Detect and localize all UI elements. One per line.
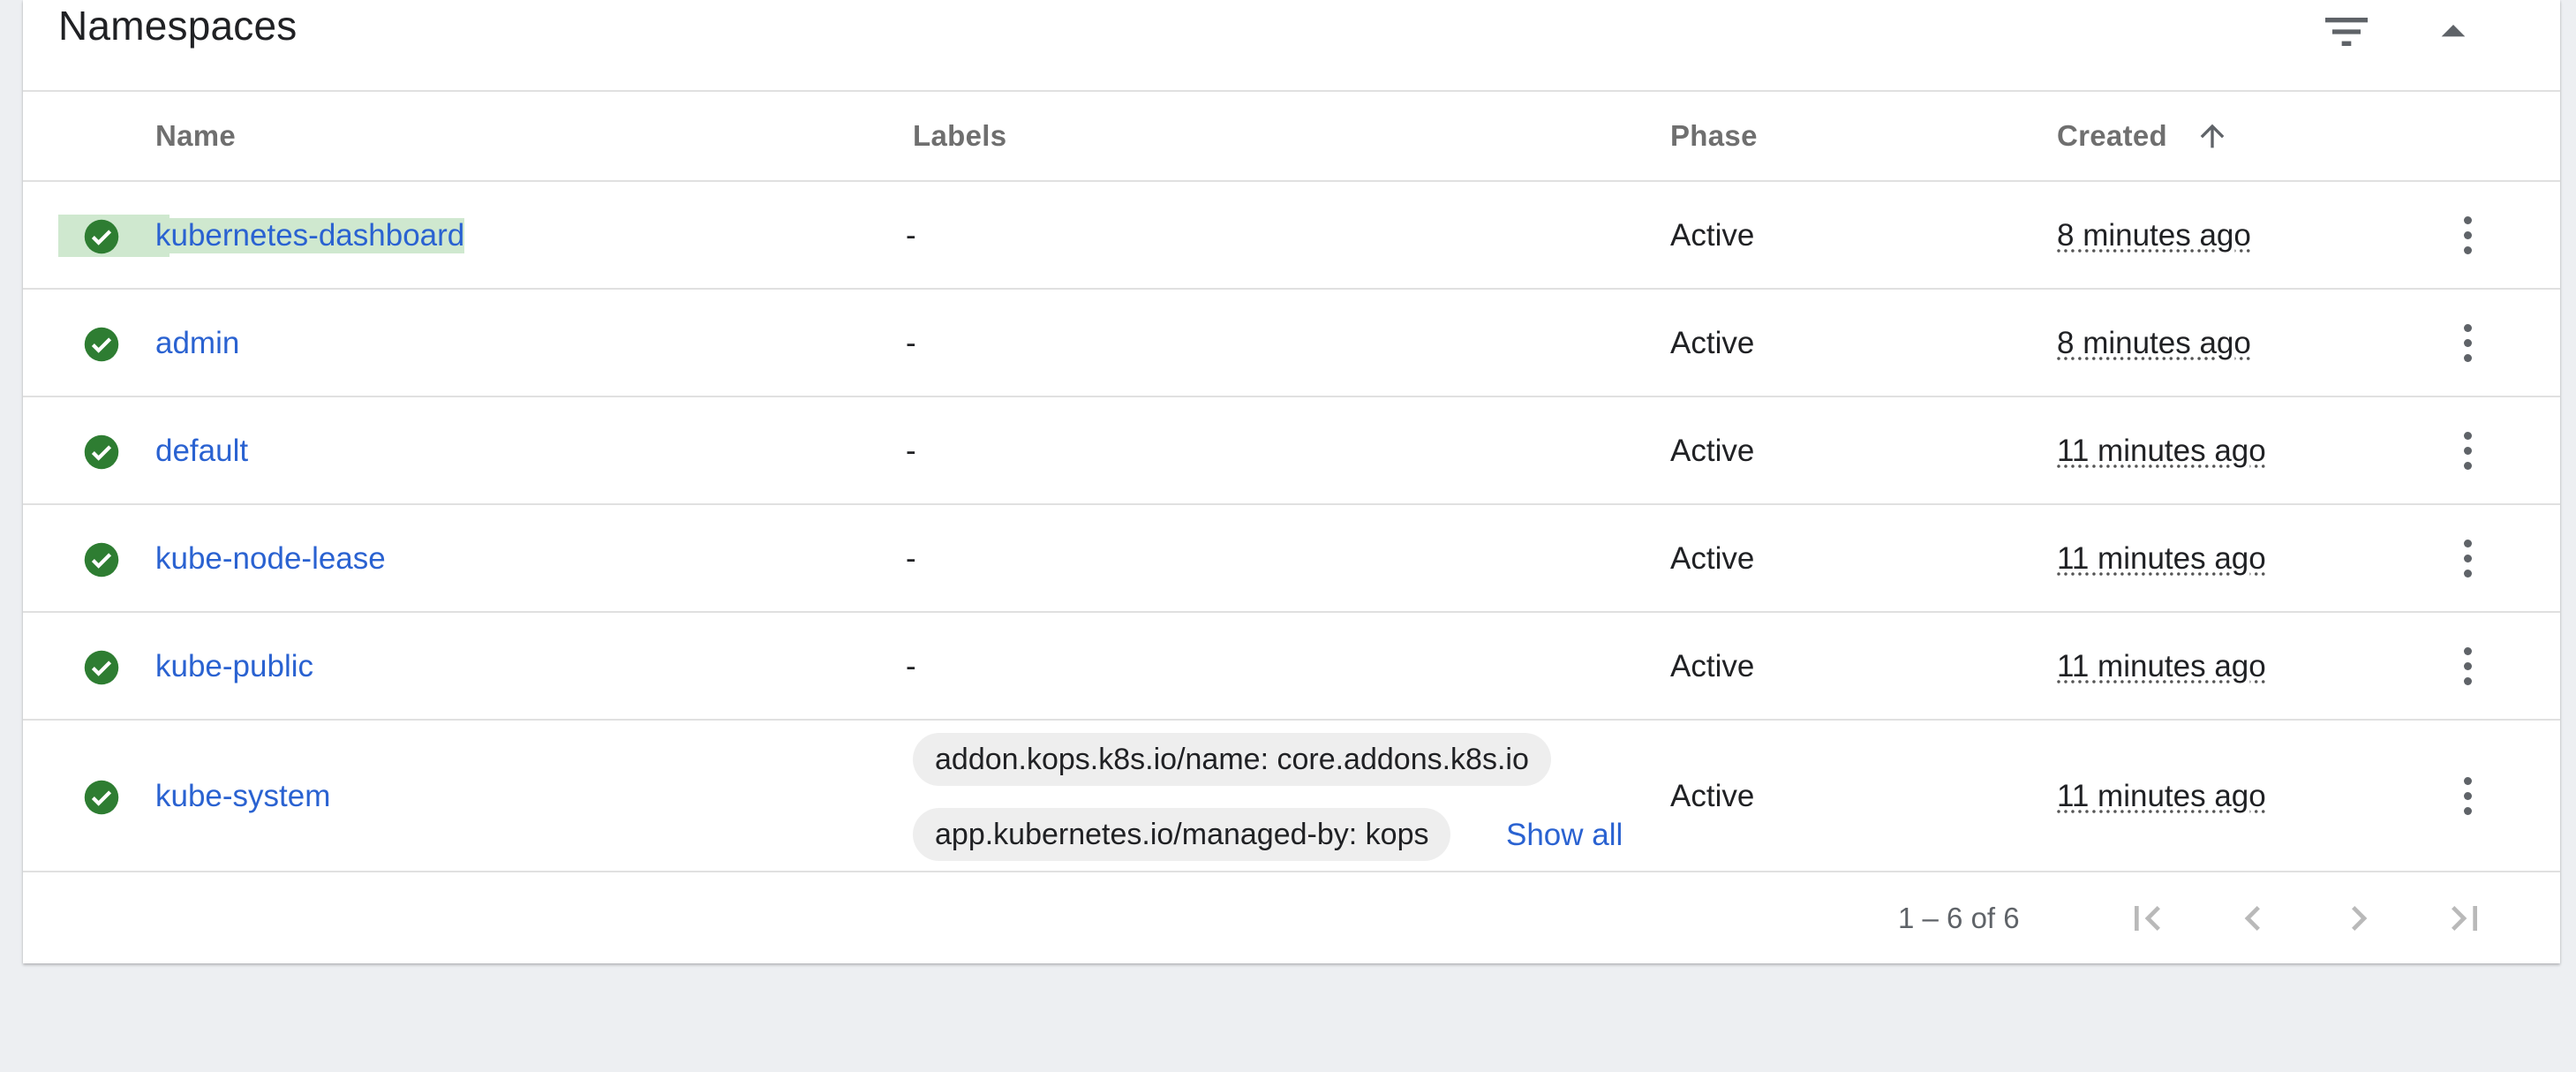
card-header: Namespaces bbox=[23, 0, 2560, 92]
status-cell bbox=[58, 775, 169, 818]
labels-cell: - bbox=[906, 541, 916, 576]
card-title: Namespaces bbox=[58, 3, 298, 49]
status-cell bbox=[58, 538, 169, 580]
namespace-link[interactable]: default bbox=[155, 434, 248, 469]
label-chip: addon.kops.k8s.io/name: core.addons.k8s.… bbox=[913, 733, 1551, 786]
created-cell: 11 minutes ago bbox=[2057, 434, 2266, 468]
pagination-bar: 1 – 6 of 6 bbox=[23, 872, 2560, 963]
column-header-created[interactable]: Created bbox=[2057, 119, 2167, 153]
check-circle-icon bbox=[84, 780, 119, 815]
filter-list-icon[interactable] bbox=[2318, 4, 2375, 60]
created-cell: 11 minutes ago bbox=[2057, 541, 2266, 576]
first-page-icon[interactable] bbox=[2122, 894, 2172, 943]
phase-cell: Active bbox=[1670, 434, 1755, 468]
table-row: kube-public - Active 11 minutes ago bbox=[23, 613, 2560, 721]
show-all-link[interactable]: Show all bbox=[1506, 818, 1623, 853]
table-row: default - Active 11 minutes ago bbox=[23, 397, 2560, 505]
namespace-link[interactable]: kube-system bbox=[155, 779, 330, 814]
arrow-upward-icon[interactable] bbox=[2195, 118, 2230, 158]
phase-cell: Active bbox=[1670, 541, 1755, 576]
pagination-range: 1 – 6 of 6 bbox=[1898, 902, 2020, 934]
phase-cell: Active bbox=[1670, 779, 1755, 813]
labels-cell: - bbox=[906, 434, 916, 468]
table-row: kube-system addon.kops.k8s.io/name: core… bbox=[23, 721, 2560, 872]
more-vert-icon[interactable] bbox=[2455, 322, 2482, 365]
check-circle-icon bbox=[84, 434, 119, 470]
status-cell bbox=[58, 322, 169, 365]
labels-cell: - bbox=[906, 326, 916, 360]
check-circle-icon bbox=[84, 219, 119, 254]
status-cell bbox=[58, 215, 169, 257]
more-vert-icon[interactable] bbox=[2455, 215, 2482, 257]
phase-cell: Active bbox=[1670, 326, 1755, 360]
created-cell: 11 minutes ago bbox=[2057, 649, 2266, 683]
table-row: kubernetes-dashboard - Active 8 minutes … bbox=[23, 182, 2560, 290]
created-cell: 8 minutes ago bbox=[2057, 218, 2251, 253]
label-chip: app.kubernetes.io/managed-by: kops bbox=[913, 808, 1451, 861]
namespace-link[interactable]: kube-public bbox=[155, 649, 313, 684]
column-header-name[interactable]: Name bbox=[155, 119, 236, 153]
created-cell: 11 minutes ago bbox=[2057, 779, 2266, 813]
status-cell bbox=[58, 430, 169, 472]
status-cell bbox=[58, 645, 169, 688]
more-vert-icon[interactable] bbox=[2455, 430, 2482, 472]
namespace-link[interactable]: kube-node-lease bbox=[155, 541, 386, 577]
namespaces-card: Namespaces Name Labels Phase Created kub… bbox=[23, 0, 2560, 963]
check-circle-icon bbox=[84, 327, 119, 362]
chevron-right-icon[interactable] bbox=[2334, 894, 2384, 943]
table-row: admin - Active 8 minutes ago bbox=[23, 290, 2560, 397]
more-vert-icon[interactable] bbox=[2455, 538, 2482, 580]
phase-cell: Active bbox=[1670, 218, 1755, 253]
created-cell: 8 minutes ago bbox=[2057, 326, 2251, 360]
namespace-link[interactable]: admin bbox=[155, 326, 239, 361]
labels-cell: - bbox=[906, 649, 916, 683]
chevron-left-icon[interactable] bbox=[2228, 894, 2278, 943]
more-vert-icon[interactable] bbox=[2455, 645, 2482, 688]
check-circle-icon bbox=[84, 650, 119, 685]
table-row: kube-node-lease - Active 11 minutes ago bbox=[23, 505, 2560, 613]
column-header-phase[interactable]: Phase bbox=[1670, 119, 1758, 153]
labels-cell: - bbox=[906, 218, 916, 253]
arrow-drop-up-icon[interactable] bbox=[2425, 4, 2482, 60]
column-header-labels: Labels bbox=[913, 119, 1007, 152]
last-page-icon[interactable] bbox=[2440, 894, 2489, 943]
phase-cell: Active bbox=[1670, 649, 1755, 683]
check-circle-icon bbox=[84, 542, 119, 578]
more-vert-icon[interactable] bbox=[2455, 775, 2482, 818]
namespace-link[interactable]: kubernetes-dashboard bbox=[155, 218, 465, 253]
table-header: Name Labels Phase Created bbox=[23, 92, 2560, 182]
